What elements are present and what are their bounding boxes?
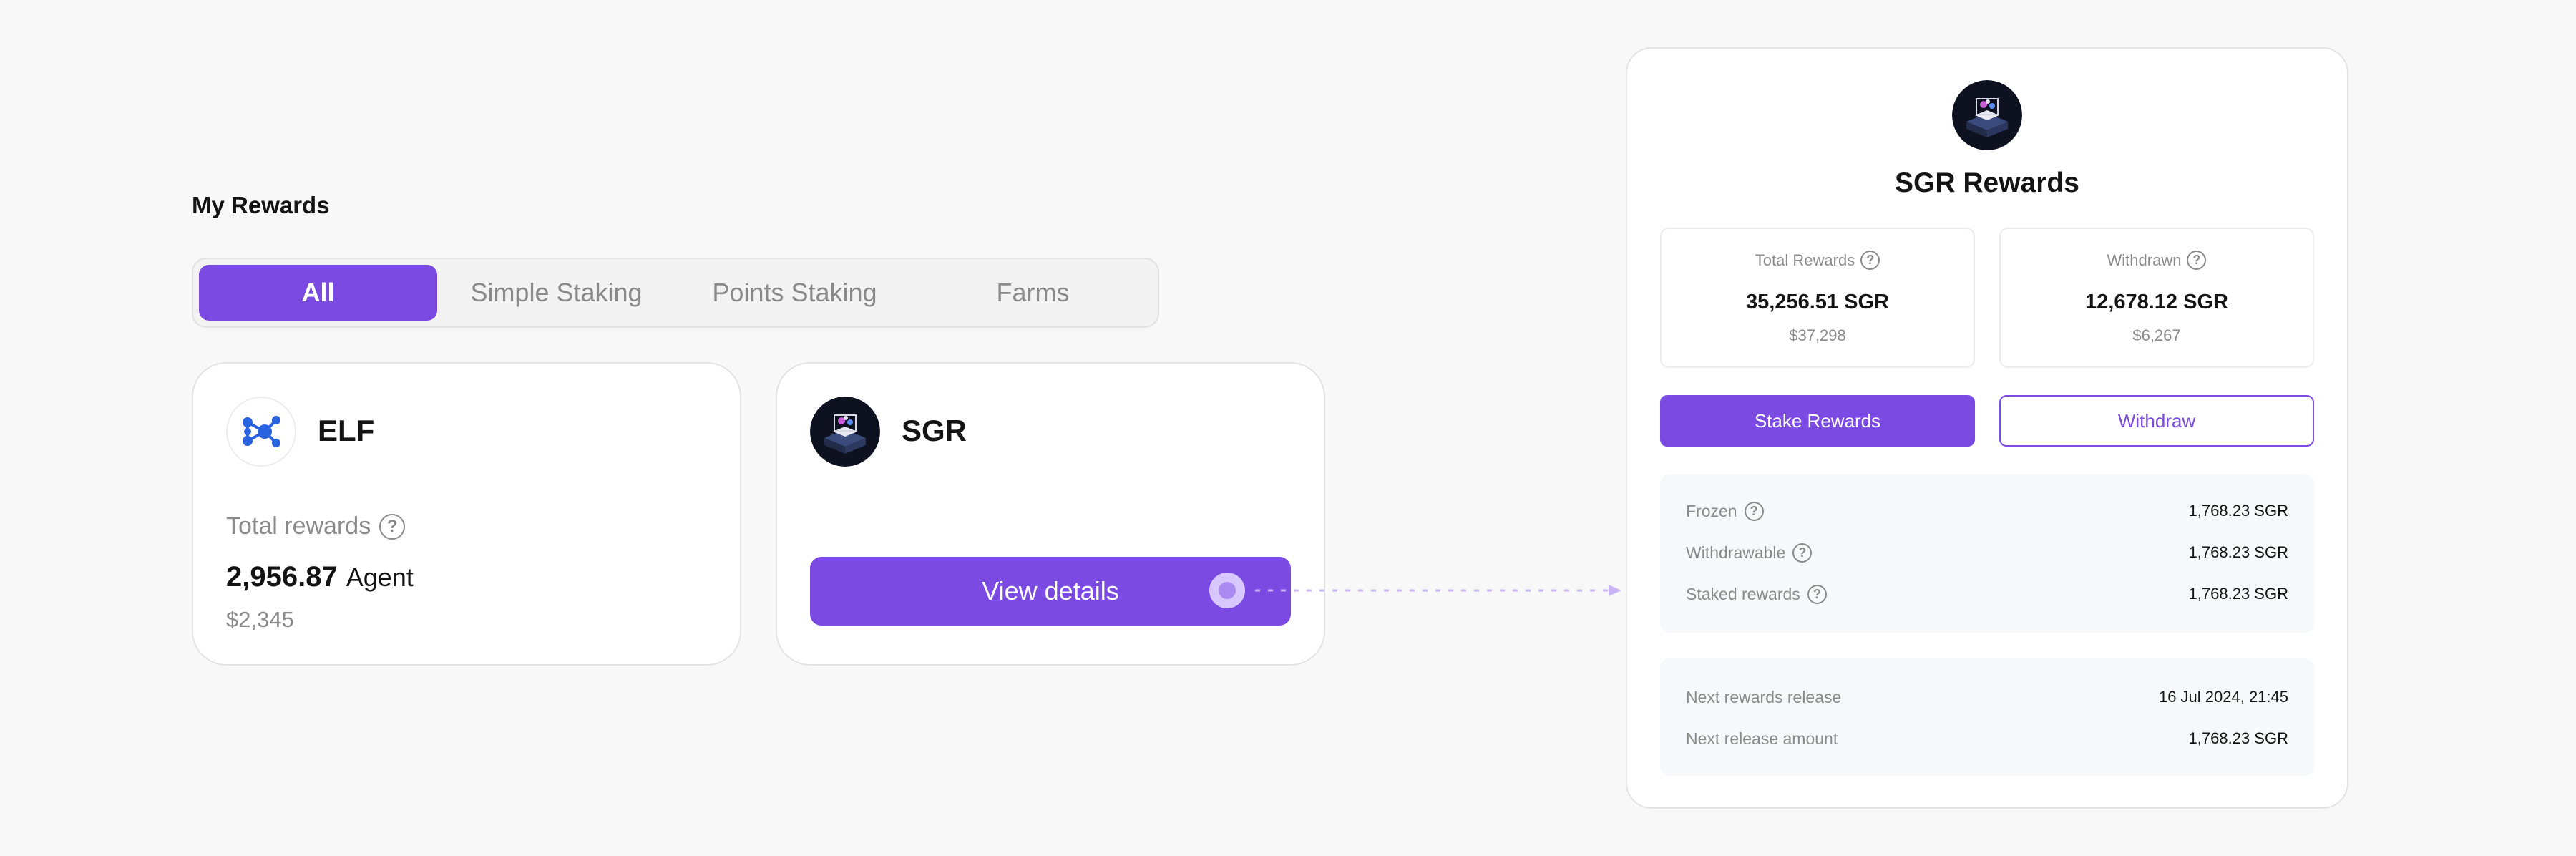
withdrawn-stat-label: Withdrawn ? xyxy=(2001,251,2313,270)
release-amount-row: Next release amount 1,768.23 SGR xyxy=(1686,727,2288,750)
withdraw-button[interactable]: Withdraw xyxy=(1999,395,2314,447)
sgr-reward-card: SGR View details xyxy=(776,362,1325,666)
release-amount-label: Next release amount xyxy=(1686,729,1838,748)
staked-rewards-value: 1,768.23 SGR xyxy=(2188,585,2288,603)
withdrawn-stat-usd: $6,267 xyxy=(2132,326,2181,344)
sgr-logo-icon xyxy=(810,397,880,467)
page-title: My Rewards xyxy=(192,192,330,218)
help-icon[interactable]: ? xyxy=(1860,251,1880,270)
total-rewards-stat: Total Rewards ? 35,256.51 SGR $37,298 xyxy=(1660,228,1975,368)
total-rewards-stat-label: Total Rewards ? xyxy=(1662,251,1974,270)
help-icon[interactable]: ? xyxy=(1744,501,1764,521)
help-icon[interactable]: ? xyxy=(2187,251,2207,270)
total-rewards-stat-value: 35,256.51 SGR xyxy=(1746,291,1889,313)
stake-rewards-button[interactable]: Stake Rewards xyxy=(1660,395,1975,447)
withdrawable-row: Withdrawable ? 1,768.23 SGR xyxy=(1686,541,2288,564)
elf-amount-value: 2,956.87 xyxy=(226,561,338,593)
cursor-indicator xyxy=(1209,573,1245,608)
total-rewards-stat-text: Total Rewards xyxy=(1755,251,1855,269)
panel-title: SGR Rewards xyxy=(1895,167,2079,198)
next-release-label: Next rewards release xyxy=(1686,687,1842,706)
sgr-token-name: SGR xyxy=(902,414,967,447)
rewards-tabs: All Simple Staking Points Staking Farms xyxy=(192,258,1159,328)
staked-rewards-label: Staked rewards ? xyxy=(1686,584,1827,604)
rewards-breakdown: Frozen ? 1,768.23 SGR Withdrawable ? 1,7… xyxy=(1660,474,2314,633)
help-icon[interactable]: ? xyxy=(379,513,406,540)
withdrawable-label-text: Withdrawable xyxy=(1686,543,1786,562)
staked-rewards-label-text: Staked rewards xyxy=(1686,584,1800,603)
elf-usd-value: $2,345 xyxy=(226,607,294,632)
staked-rewards-row: Staked rewards ? 1,768.23 SGR xyxy=(1686,583,2288,605)
total-rewards-label: Total rewards ? xyxy=(226,512,406,540)
withdrawn-stat-value: 12,678.12 SGR xyxy=(2085,291,2228,313)
next-release-value: 16 Jul 2024, 21:45 xyxy=(2158,688,2288,706)
sgr-logo-icon xyxy=(1952,80,2022,150)
frozen-value: 1,768.23 SGR xyxy=(2188,502,2288,520)
withdrawn-stat: Withdrawn ? 12,678.12 SGR $6,267 xyxy=(1999,228,2314,368)
elf-logo-icon xyxy=(226,397,296,467)
frozen-label-text: Frozen xyxy=(1686,501,1737,520)
elf-amount-unit: Agent xyxy=(346,563,414,592)
help-icon[interactable]: ? xyxy=(1792,543,1813,563)
elf-amount: 2,956.87 Agent xyxy=(226,561,414,593)
tab-points-staking[interactable]: Points Staking xyxy=(675,265,914,321)
next-release-row: Next rewards release 16 Jul 2024, 21:45 xyxy=(1686,686,2288,709)
release-amount-value: 1,768.23 SGR xyxy=(2188,729,2288,747)
tab-all[interactable]: All xyxy=(199,265,437,321)
sgr-rewards-panel: SGR Rewards Total Rewards ? 35,256.51 SG… xyxy=(1626,47,2348,809)
elf-reward-card: ELF Total rewards ? 2,956.87 Agent $2,34… xyxy=(192,362,741,666)
frozen-label: Frozen ? xyxy=(1686,501,1764,521)
total-rewards-text: Total rewards xyxy=(226,512,371,540)
withdrawable-label: Withdrawable ? xyxy=(1686,543,1813,563)
frozen-row: Frozen ? 1,768.23 SGR xyxy=(1686,500,2288,522)
withdrawable-value: 1,768.23 SGR xyxy=(2188,543,2288,561)
elf-token-name: ELF xyxy=(318,414,375,447)
tab-farms[interactable]: Farms xyxy=(914,265,1152,321)
total-rewards-stat-usd: $37,298 xyxy=(1789,326,1846,344)
release-info: Next rewards release 16 Jul 2024, 21:45 … xyxy=(1660,658,2314,776)
withdrawn-stat-text: Withdrawn xyxy=(2107,251,2182,269)
tab-simple-staking[interactable]: Simple Staking xyxy=(437,265,675,321)
connector-arrow-icon xyxy=(1255,585,1621,596)
help-icon[interactable]: ? xyxy=(1807,584,1827,604)
